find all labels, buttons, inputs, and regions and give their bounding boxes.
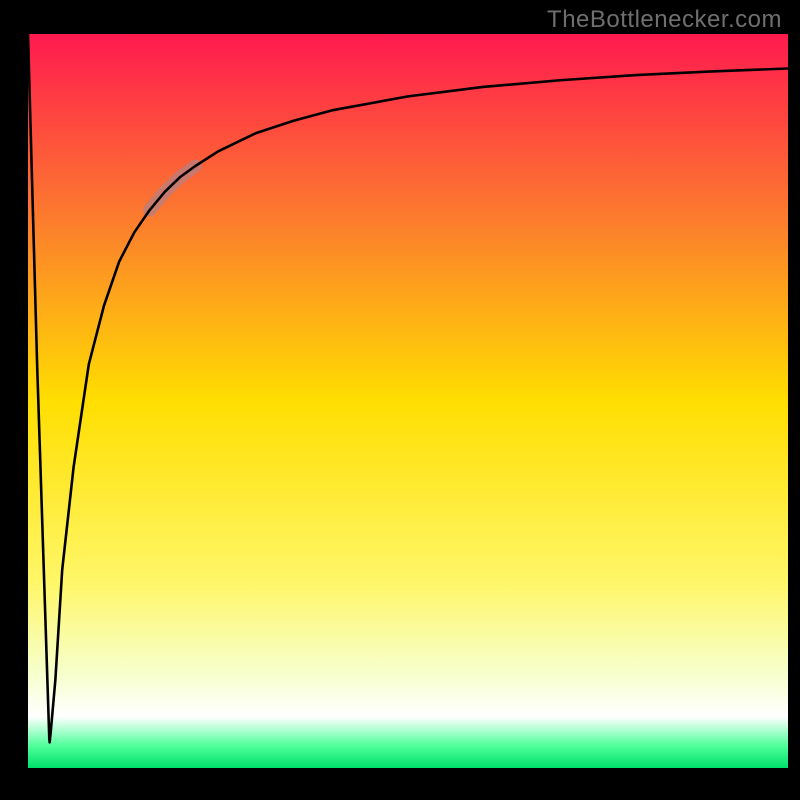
chart-background (28, 34, 788, 768)
chart-plot-area (28, 34, 788, 768)
chart-svg (28, 34, 788, 768)
watermark-text: TheBottlenecker.com (547, 6, 782, 34)
